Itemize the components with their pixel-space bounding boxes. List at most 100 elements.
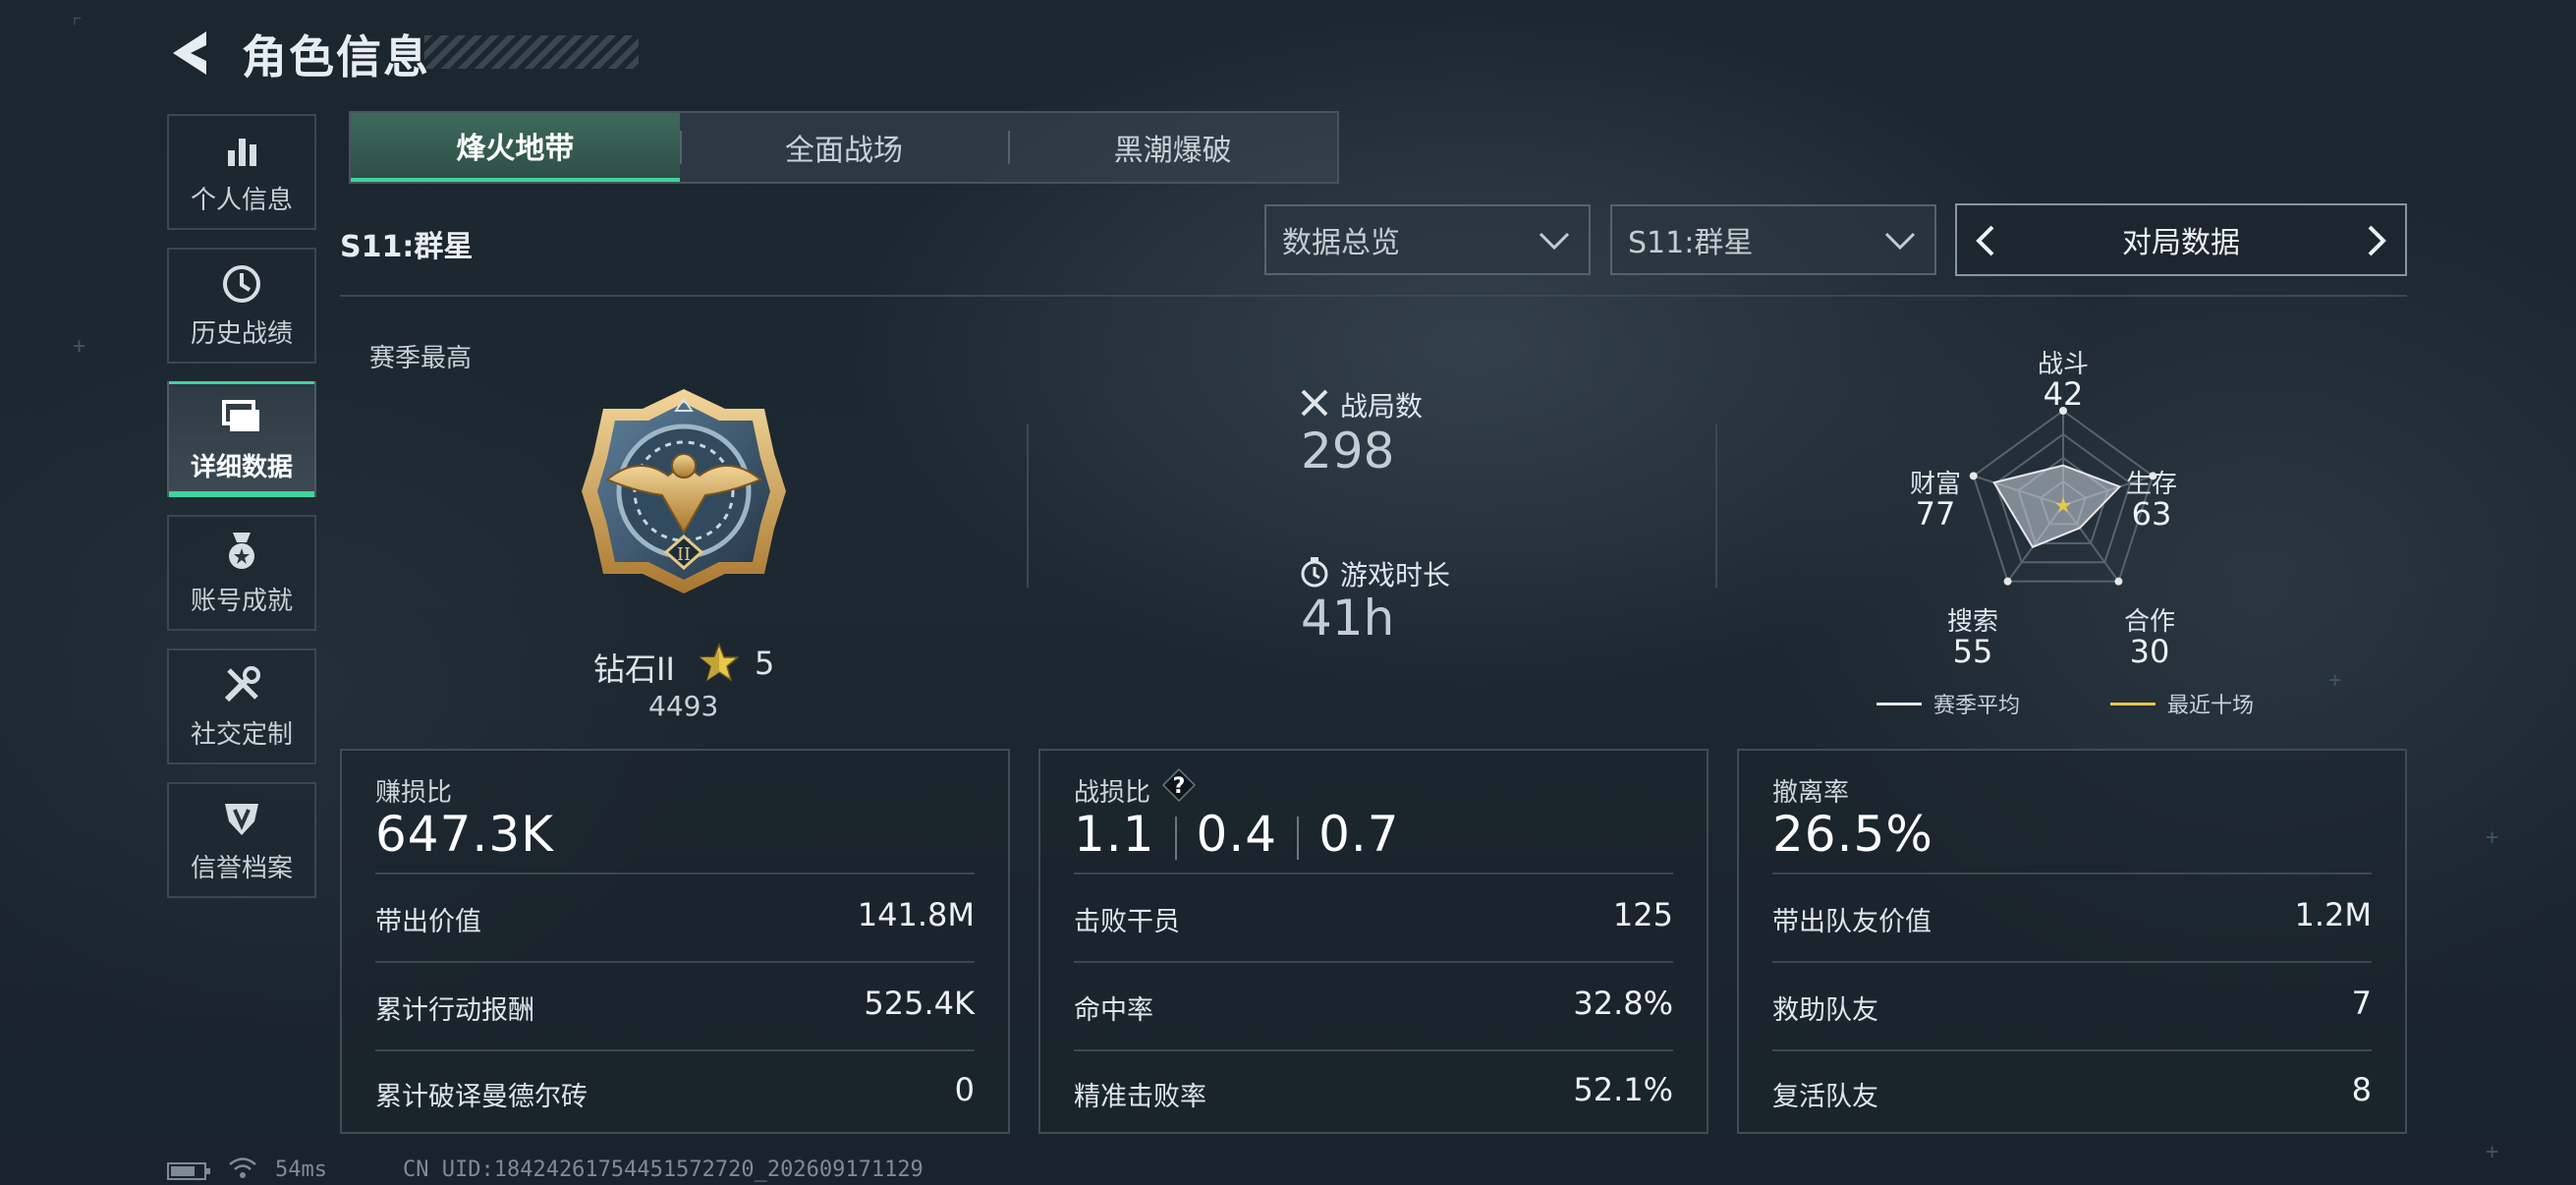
row-value: 141.8M — [857, 896, 975, 933]
divider — [375, 873, 975, 875]
rank-section-label: 赛季最高 — [369, 344, 473, 373]
kd-value-third: 0.7 — [1318, 806, 1400, 863]
matches-value: 298 — [1301, 423, 1395, 480]
data-pager: 对局数据 — [1955, 203, 2407, 276]
svg-text:?: ? — [1173, 774, 1186, 799]
page-title: 角色信息 — [242, 30, 430, 84]
radar-vertex-dot — [2003, 577, 2012, 586]
sidebar-item-social[interactable]: 社交定制 — [167, 649, 316, 764]
clock-icon — [220, 262, 263, 306]
panel-title: 战损比 — [1074, 778, 1151, 808]
sidebar-item-detail-data[interactable]: 详细数据 — [167, 381, 316, 497]
sidebar-item-label: 详细数据 — [190, 452, 293, 482]
divider — [1027, 424, 1029, 588]
mode-tabs: 烽火地带 全面战场 黑潮爆破 — [349, 111, 1339, 184]
row-value: 125 — [1612, 896, 1673, 933]
row-label: 带出队友价值 — [1772, 907, 1932, 937]
row-value: 525.4K — [864, 985, 975, 1022]
legend-swatch — [2110, 702, 2156, 705]
panel-title: 撤离率 — [1772, 778, 1850, 808]
divider — [340, 295, 2407, 297]
radar-vertex-dot — [2114, 577, 2123, 586]
row-label: 命中率 — [1074, 995, 1153, 1026]
player-uid: CN UID:18424261754451572720_202609171129 — [403, 1157, 924, 1182]
season-select-value: S11:群星 — [1628, 226, 1754, 260]
crossed-swords-icon — [1299, 387, 1330, 419]
chevron-down-icon — [1884, 232, 1916, 251]
legend-swatch — [1876, 702, 1922, 705]
rank-score: 4493 — [648, 690, 719, 722]
divider — [1772, 873, 2372, 875]
kd-value-overall: 1.1 — [1074, 806, 1155, 863]
divider — [1174, 816, 1177, 860]
row-label: 救助队友 — [1772, 995, 1878, 1026]
plus-decor: + — [2486, 825, 2499, 850]
combat-panel: 战损比 ? 1.1 0.4 0.7 击败干员 125 命中率 32.8% 精准击败率… — [1038, 749, 1708, 1134]
divider — [1715, 424, 1717, 588]
row-label: 精准击败率 — [1074, 1082, 1206, 1112]
divider — [1074, 961, 1673, 963]
panel-big-value: 647.3K — [375, 806, 554, 863]
row-label: 击败干员 — [1074, 907, 1180, 937]
sidebar-item-credit[interactable]: 信誉档案 — [167, 782, 316, 898]
tab-blackwave[interactable]: 黑潮爆破 — [1008, 113, 1337, 182]
panel-big-value: 26.5% — [1772, 806, 1933, 863]
plus-decor: + — [2328, 668, 2342, 693]
view-select[interactable]: 数据总览 — [1264, 204, 1591, 275]
tab-full-battlefield[interactable]: 全面战场 — [679, 113, 1009, 182]
divider — [1772, 1049, 2372, 1051]
chevron-left-icon[interactable] — [1969, 223, 2002, 258]
pager-label: 对局数据 — [2122, 226, 2240, 260]
rank-medal: II — [578, 385, 790, 597]
legend-label: 最近十场 — [2167, 694, 2255, 718]
season-title: S11:群星 — [340, 230, 474, 264]
row-value: 0 — [954, 1071, 975, 1108]
corner-decor: ⌜ — [71, 14, 84, 38]
sidebar-item-label: 历史战绩 — [190, 318, 293, 349]
help-button[interactable]: ? — [1161, 767, 1197, 803]
back-arrow-icon — [173, 31, 206, 75]
plus-decor: + — [73, 334, 86, 359]
row-value: 32.8% — [1573, 985, 1673, 1022]
sidebar-item-label: 社交定制 — [190, 719, 293, 750]
season-select[interactable]: S11:群星 — [1610, 204, 1936, 275]
radar-label-wealth: 财富 77 — [1909, 470, 1961, 533]
tab-warzone[interactable]: 烽火地带 — [351, 113, 680, 182]
wifi-icon — [228, 1156, 257, 1181]
sidebar-item-achievements[interactable]: 账号成就 — [167, 515, 316, 631]
row-label: 累计破译曼德尔砖 — [375, 1082, 588, 1112]
stopwatch-icon — [1299, 556, 1330, 588]
diamond-rank-medal-icon: II — [582, 389, 786, 593]
panel-title: 赚损比 — [375, 778, 453, 808]
rank-name: 钻石II — [593, 650, 675, 688]
medal-icon — [220, 530, 263, 573]
playtime-value: 41h — [1301, 590, 1395, 647]
sidebar-item-personal-info[interactable]: 个人信息 — [167, 114, 316, 230]
row-label: 带出价值 — [375, 907, 481, 937]
folder-icon — [220, 396, 263, 439]
radar-label-teamwork: 合作 30 — [2123, 607, 2175, 670]
title-stripe-decor — [424, 35, 639, 69]
back-button[interactable] — [167, 28, 214, 79]
extract-panel: 撤离率 26.5% 带出队友价值 1.2M 救助队友 7 复活队友 8 — [1737, 749, 2407, 1134]
svg-text:II: II — [677, 544, 691, 565]
playtime-label: 游戏时长 — [1340, 559, 1451, 592]
matches-label: 战局数 — [1340, 390, 1424, 423]
plus-decor: + — [2486, 1140, 2499, 1164]
row-value: 7 — [2351, 985, 2372, 1022]
sidebar-item-label: 信誉档案 — [190, 853, 293, 883]
radar-label-survival: 生存 63 — [2125, 470, 2177, 533]
row-value: 52.1% — [1573, 1071, 1673, 1108]
row-label: 累计行动报酬 — [375, 995, 534, 1026]
sidebar-item-label: 账号成就 — [190, 586, 293, 616]
legend-season-average: 赛季平均 — [1876, 688, 2020, 719]
star-icon — [698, 642, 741, 682]
divider — [1297, 816, 1300, 860]
kd-values: 1.1 0.4 0.7 — [1074, 806, 1400, 863]
chevron-right-icon[interactable] — [2360, 223, 2393, 258]
bar-chart-icon — [220, 129, 263, 172]
sidebar-item-history[interactable]: 历史战绩 — [167, 248, 316, 364]
sidebar-item-label: 个人信息 — [190, 185, 293, 215]
profit-panel: 赚损比 647.3K 带出价值 141.8M 累计行动报酬 525.4K 累计破… — [340, 749, 1010, 1134]
row-label: 复活队友 — [1772, 1082, 1878, 1112]
